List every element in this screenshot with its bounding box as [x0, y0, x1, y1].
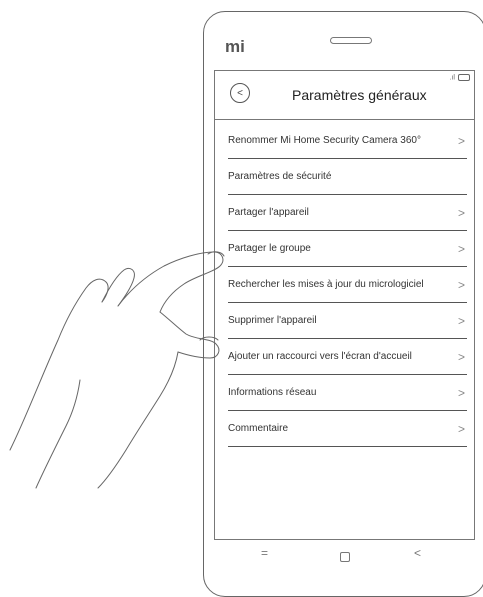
- menu-key-icon[interactable]: =: [261, 546, 268, 560]
- menu-item-share-group[interactable]: Partager le groupe >: [228, 231, 467, 267]
- signal-icon: .ıl: [449, 74, 455, 82]
- chevron-right-icon: >: [457, 385, 465, 400]
- chevron-right-icon: >: [457, 241, 465, 256]
- hand-illustration-icon: [9, 251, 225, 489]
- menu-item-label: Rechercher les mises à jour du micrologi…: [228, 279, 424, 290]
- home-key-icon[interactable]: [340, 552, 350, 562]
- menu-item-rename[interactable]: Renommer Mi Home Security Camera 360° >: [228, 123, 467, 159]
- back-key-icon[interactable]: <: [414, 546, 421, 560]
- chevron-right-icon: >: [457, 349, 465, 364]
- chevron-right-icon: >: [457, 133, 465, 148]
- menu-item-delete-device[interactable]: Supprimer l'appareil >: [228, 303, 467, 339]
- back-button[interactable]: <: [230, 83, 250, 103]
- battery-icon: [458, 74, 470, 81]
- page-title: Paramètres généraux: [292, 87, 427, 103]
- settings-menu: Renommer Mi Home Security Camera 360° > …: [228, 123, 467, 447]
- menu-item-label: Partager l'appareil: [228, 207, 309, 218]
- mi-logo: mi: [225, 37, 245, 56]
- menu-item-label: Ajouter un raccourci vers l'écran d'accu…: [228, 351, 412, 362]
- menu-item-feedback[interactable]: Commentaire >: [228, 411, 467, 447]
- menu-item-label: Supprimer l'appareil: [228, 315, 317, 326]
- back-arrow-icon: <: [237, 87, 243, 99]
- menu-item-security-settings[interactable]: Paramètres de sécurité: [228, 159, 467, 195]
- header-divider: [215, 119, 474, 120]
- menu-item-firmware-update[interactable]: Rechercher les mises à jour du micrologi…: [228, 267, 467, 303]
- chevron-right-icon: >: [457, 421, 465, 436]
- menu-item-label: Renommer Mi Home Security Camera 360°: [228, 135, 421, 146]
- chevron-right-icon: >: [457, 277, 465, 292]
- android-nav-bar: = <: [214, 540, 475, 570]
- speaker-grille: [330, 37, 372, 44]
- menu-item-label: Informations réseau: [228, 387, 317, 398]
- chevron-right-icon: >: [457, 313, 465, 328]
- menu-item-share-device[interactable]: Partager l'appareil >: [228, 195, 467, 231]
- menu-item-label: Partager le groupe: [228, 243, 311, 254]
- status-bar: .ıl: [450, 74, 470, 81]
- chevron-right-icon: >: [457, 205, 465, 220]
- menu-item-add-shortcut[interactable]: Ajouter un raccourci vers l'écran d'accu…: [228, 339, 467, 375]
- menu-item-network-info[interactable]: Informations réseau >: [228, 375, 467, 411]
- menu-item-label: Commentaire: [228, 423, 289, 434]
- phone-screen: .ıl < Paramètres généraux Renommer Mi Ho…: [214, 70, 475, 540]
- menu-item-label: Paramètres de sécurité: [228, 171, 332, 182]
